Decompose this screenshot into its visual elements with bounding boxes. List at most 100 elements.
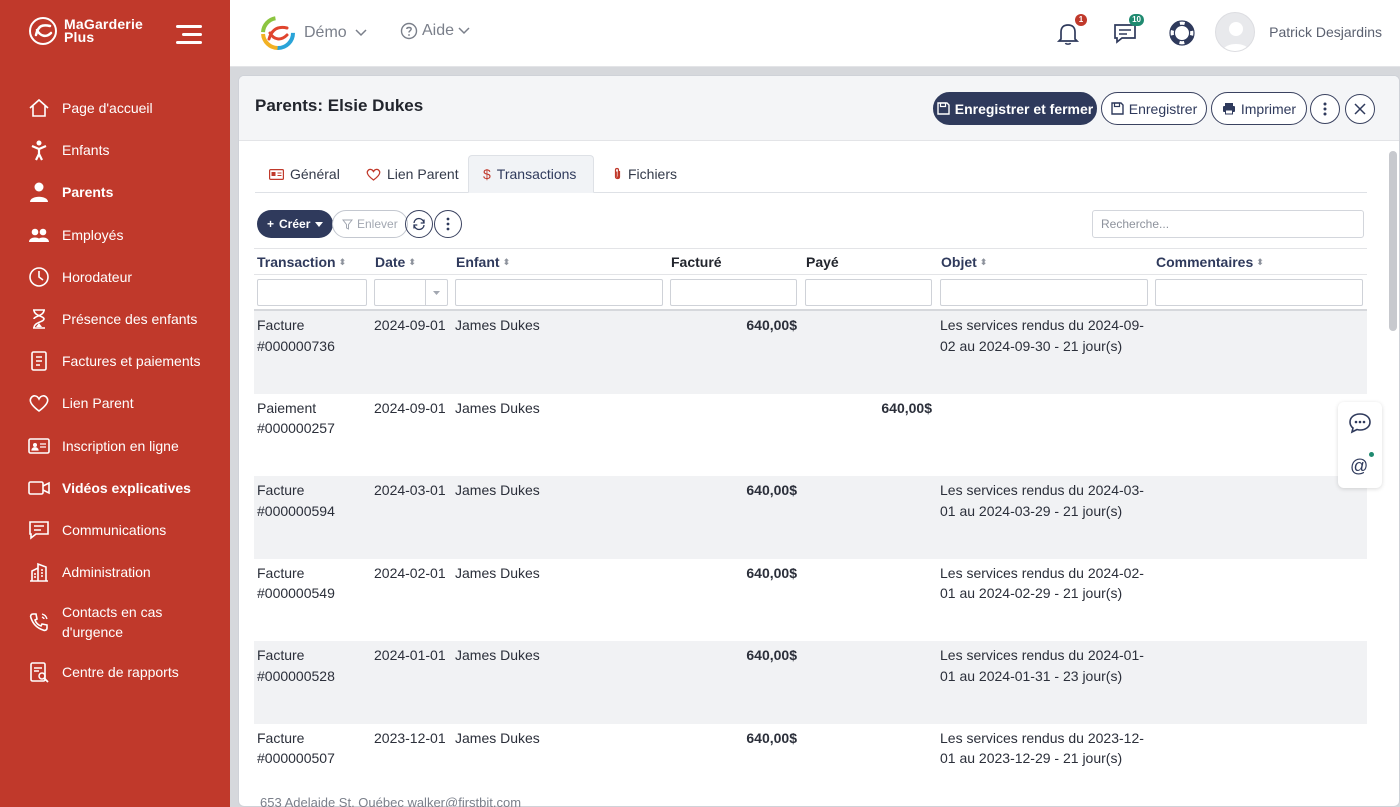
sidebar-item-attendance[interactable]: Présence des enfants — [0, 298, 230, 340]
cell-paid: 640,00$ — [881, 399, 932, 416]
cell-child: James Dukes — [455, 399, 540, 416]
vertical-dots-icon — [446, 217, 450, 231]
cell-date: 2023-12-01 — [374, 729, 446, 746]
cell-object: Les services rendus du 2024-02-01 au 202… — [940, 564, 1144, 602]
col-header-transaction[interactable]: Transaction ⬍ — [257, 254, 346, 270]
filter-object-input[interactable] — [940, 279, 1148, 306]
sidebar-item-timeclock[interactable]: Horodateur — [0, 256, 230, 298]
col-header-child[interactable]: Enfant ⬍ — [456, 254, 510, 270]
support-button[interactable] — [1169, 20, 1195, 46]
filter-comments-input[interactable] — [1155, 279, 1363, 306]
refresh-button[interactable] — [405, 210, 433, 238]
invoice-icon — [28, 350, 50, 372]
save-button[interactable]: Enregistrer — [1101, 92, 1207, 125]
search-input[interactable] — [1092, 210, 1364, 238]
col-header-object[interactable]: Objet ⬍ — [941, 254, 987, 270]
save-and-close-button[interactable]: Enregistrer et fermer — [933, 92, 1097, 125]
phone-icon — [28, 611, 50, 633]
sidebar-item-online-registration[interactable]: Inscription en ligne — [0, 425, 230, 467]
sidebar-item-employees[interactable]: Employés — [0, 214, 230, 256]
sort-icon: ⬍ — [1256, 256, 1264, 267]
paperclip-icon — [614, 167, 621, 180]
user-menu[interactable]: Patrick Desjardins — [1215, 12, 1382, 52]
cell-transaction[interactable]: Facture #000000736 — [257, 315, 367, 356]
menu-toggle-icon[interactable] — [176, 25, 202, 45]
remove-button[interactable]: Enlever — [332, 210, 408, 238]
chevron-down-icon — [458, 27, 470, 35]
tab-label: Général — [290, 166, 340, 182]
cell-transaction[interactable]: Facture #000000594 — [257, 480, 367, 521]
filter-date-select[interactable] — [374, 279, 448, 306]
filter-paid-input[interactable] — [805, 279, 932, 306]
messages-button[interactable]: 10 — [1112, 14, 1144, 46]
help-dropdown[interactable]: Aide — [400, 22, 470, 40]
sort-icon: ⬍ — [338, 256, 347, 267]
cell-transaction[interactable]: Paiement #000000257 — [257, 398, 367, 439]
create-label: Créer — [279, 217, 311, 231]
sidebar-item-label: Parents — [62, 184, 114, 201]
plus-icon: + — [267, 217, 275, 231]
table-row[interactable]: Facture #000000549 2024-02-01 James Duke… — [254, 559, 1367, 642]
filter-billed-input[interactable] — [670, 279, 797, 306]
tab-parent-link[interactable]: Lien Parent — [352, 155, 473, 193]
sidebar-item-label: Enfants — [62, 142, 110, 159]
table-row[interactable]: Facture #000000736 2024-09-01 James Duke… — [254, 311, 1367, 394]
chat-bubble-icon[interactable] — [1348, 412, 1372, 437]
table-row[interactable]: Facture #000000528 2024-01-01 James Duke… — [254, 641, 1367, 724]
col-header-comments[interactable]: Commentaires ⬍ — [1156, 254, 1264, 270]
sidebar-item-videos[interactable]: Vidéos explicatives — [0, 467, 230, 509]
sidebar-item-parents[interactable]: Parents — [0, 171, 230, 213]
sidebar-item-parent-link[interactable]: Lien Parent — [0, 382, 230, 424]
cell-date: 2024-03-01 — [374, 482, 446, 498]
clock-icon — [28, 266, 50, 288]
cell-billed: 640,00$ — [746, 317, 797, 333]
brand-logo[interactable]: MaGarderie Plus — [28, 16, 143, 46]
report-icon — [28, 661, 50, 683]
building-icon — [28, 561, 50, 583]
demo-dropdown[interactable]: Démo — [260, 15, 367, 51]
sidebar-item-home[interactable]: Page d'accueil — [0, 87, 230, 129]
sidebar-item-communications[interactable]: Communications — [0, 509, 230, 551]
print-button[interactable]: Imprimer — [1211, 92, 1307, 125]
tab-files[interactable]: Fichiers — [599, 155, 691, 193]
cell-transaction[interactable]: Facture #000000549 — [257, 563, 367, 604]
table-row[interactable]: Paiement #000000257 2024-09-01 James Duk… — [254, 394, 1367, 477]
sidebar-item-emergency-contacts[interactable]: Contacts en cas d'urgence — [0, 593, 230, 651]
cell-transaction[interactable]: Facture #000000528 — [257, 645, 367, 686]
print-label: Imprimer — [1240, 100, 1297, 117]
more-options-button[interactable] — [1310, 93, 1340, 124]
create-button[interactable]: + Créer — [257, 210, 334, 238]
table-row[interactable]: Facture #000000594 2024-03-01 James Duke… — [254, 476, 1367, 559]
sidebar-item-label: Factures et paiements — [62, 353, 201, 370]
sidebar-item-label: Horodateur — [62, 268, 133, 285]
tab-transactions[interactable]: $ Transactions — [468, 155, 594, 193]
col-header-date[interactable]: Date ⬍ — [375, 254, 416, 270]
remove-label: Enlever — [357, 217, 398, 231]
cell-date: 2024-02-01 — [374, 564, 446, 581]
sidebar-item-reports[interactable]: Centre de rapports — [0, 651, 230, 693]
message-icon — [28, 519, 50, 541]
notification-count-badge: 1 — [1075, 14, 1087, 26]
video-icon — [28, 477, 50, 499]
panel-scrollbar[interactable] — [1389, 151, 1397, 331]
cell-object: Les services rendus du 2024-03-01 au 202… — [940, 482, 1144, 519]
filter-transaction-input[interactable] — [257, 279, 367, 306]
tab-general[interactable]: Général — [255, 155, 354, 193]
close-button[interactable] — [1345, 93, 1375, 124]
sidebar-item-label: Lien Parent — [62, 395, 134, 412]
filter-child-input[interactable] — [455, 279, 663, 306]
top-bar: Démo Aide 1 10 Patrick Desjardins — [230, 0, 1400, 67]
user-name: Patrick Desjardins — [1269, 24, 1382, 40]
sidebar-item-invoices[interactable]: Factures et paiements — [0, 340, 230, 382]
sidebar-item-administration[interactable]: Administration — [0, 551, 230, 593]
cell-object: Les services rendus du 2024-09-02 au 202… — [940, 317, 1144, 354]
cell-transaction[interactable]: Facture #000000507 — [257, 728, 367, 769]
notifications-button[interactable]: 1 — [1055, 14, 1087, 46]
cell-child: James Dukes — [455, 482, 540, 498]
lifebuoy-icon — [1169, 20, 1195, 46]
at-sign-icon[interactable]: @ — [1350, 452, 1375, 477]
table-options-button[interactable] — [434, 210, 462, 238]
save-and-close-label: Enregistrer et fermer — [954, 100, 1094, 117]
sidebar-item-children[interactable]: Enfants — [0, 129, 230, 171]
table-row[interactable]: Facture #000000507 2023-12-01 James Duke… — [254, 724, 1367, 807]
